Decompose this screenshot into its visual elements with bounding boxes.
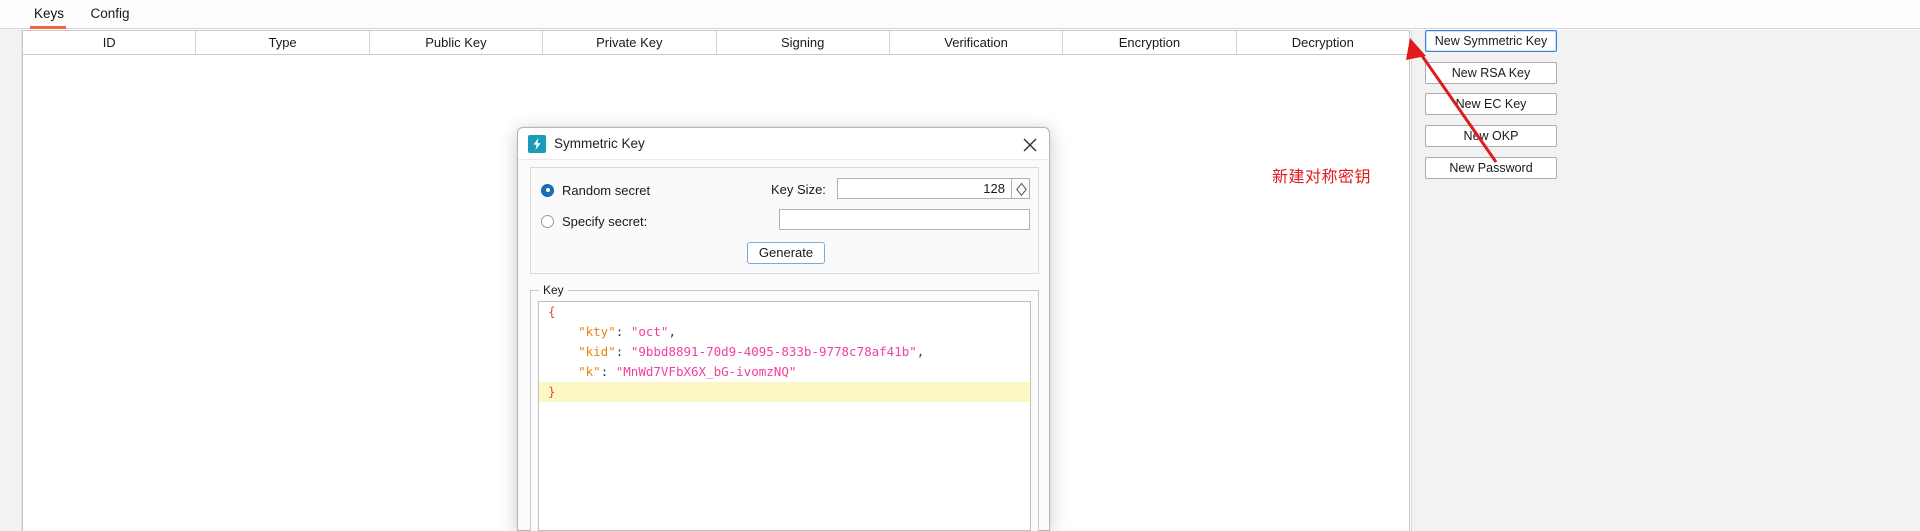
key-json-editor[interactable]: { "kty": "oct", "kid": "9bbd8891-70d9-40… xyxy=(538,301,1031,531)
code-line-open-brace: { xyxy=(548,304,556,319)
close-icon[interactable] xyxy=(1017,132,1043,156)
column-header-id[interactable]: ID xyxy=(23,31,197,54)
code-line-kid: "kid": "9bbd8891-70d9-4095-833b-9778c78a… xyxy=(578,344,925,359)
json-key-k: "k" xyxy=(578,364,601,379)
tab-keys[interactable]: Keys xyxy=(24,0,72,29)
column-header-encryption[interactable]: Encryption xyxy=(1063,31,1237,54)
keys-table-header: ID Type Public Key Private Key Signing V… xyxy=(23,31,1409,55)
new-ec-key-button[interactable]: New EC Key xyxy=(1425,93,1557,115)
dialog-titlebar[interactable]: Symmetric Key xyxy=(518,128,1049,160)
column-header-type[interactable]: Type xyxy=(196,31,370,54)
tab-keys-label: Keys xyxy=(34,6,65,21)
key-actions-panel: New Symmetric Key New RSA Key New EC Key… xyxy=(1411,30,1920,531)
column-header-verification[interactable]: Verification xyxy=(889,31,1064,54)
left-gutter xyxy=(0,29,22,531)
json-key-kid: "kid" xyxy=(578,344,616,359)
key-size-stepper[interactable]: 128 xyxy=(837,178,1030,199)
column-header-decryption[interactable]: Decryption xyxy=(1236,31,1409,54)
symmetric-key-dialog: Symmetric Key Random secret Specify secr… xyxy=(517,127,1050,531)
key-output-group: Key { "kty": "oct", "kid": "9bbd8891-70d… xyxy=(530,283,1039,531)
specify-secret-radio[interactable]: Specify secret: xyxy=(541,212,647,230)
json-value-kty: "oct" xyxy=(630,324,669,339)
specify-secret-label: Specify secret: xyxy=(562,213,648,229)
json-value-k: "MnWd7VFbX6X_bG-ivomzNQ" xyxy=(615,364,797,379)
key-size-label: Key Size: xyxy=(771,182,826,197)
key-size-input[interactable]: 128 xyxy=(837,178,1011,199)
column-header-public-key[interactable]: Public Key xyxy=(369,31,544,54)
random-secret-label: Random secret xyxy=(562,182,651,198)
key-group-legend: Key xyxy=(539,283,568,297)
stepper-updown-icon[interactable] xyxy=(1011,178,1030,199)
json-value-kid: "9bbd8891-70d9-4095-833b-9778c78af41b" xyxy=(630,344,917,359)
lightning-bolt-icon xyxy=(528,135,546,153)
random-secret-radio[interactable]: Random secret xyxy=(541,181,650,199)
generation-options-group: Random secret Specify secret: Key Size: … xyxy=(530,167,1039,274)
new-password-button[interactable]: New Password xyxy=(1425,157,1557,179)
tab-bar: Keys Config xyxy=(0,0,1920,29)
new-symmetric-key-button[interactable]: New Symmetric Key xyxy=(1425,30,1557,52)
annotation-label: 新建对称密钥 xyxy=(1272,167,1372,186)
application-window: Keys Config ID Type Public Key Private K… xyxy=(0,0,1920,531)
tab-config[interactable]: Config xyxy=(80,0,140,29)
specify-secret-input[interactable] xyxy=(779,209,1030,230)
new-okp-button[interactable]: New OKP xyxy=(1425,125,1557,147)
new-rsa-key-button[interactable]: New RSA Key xyxy=(1425,62,1557,84)
column-header-private-key[interactable]: Private Key xyxy=(543,31,717,54)
tab-config-label: Config xyxy=(90,6,130,21)
generate-button[interactable]: Generate xyxy=(747,242,825,264)
json-key-kty: "kty" xyxy=(578,324,616,339)
radio-unselected-icon xyxy=(541,214,554,228)
code-line-kty: "kty": "oct", xyxy=(578,324,676,339)
column-header-signing[interactable]: Signing xyxy=(716,31,890,54)
dialog-title: Symmetric Key xyxy=(554,136,645,151)
code-line-k: "k": "MnWd7VFbX6X_bG-ivomzNQ" xyxy=(578,364,797,379)
radio-selected-icon xyxy=(541,183,554,197)
code-line-close-brace: } xyxy=(539,382,1030,402)
